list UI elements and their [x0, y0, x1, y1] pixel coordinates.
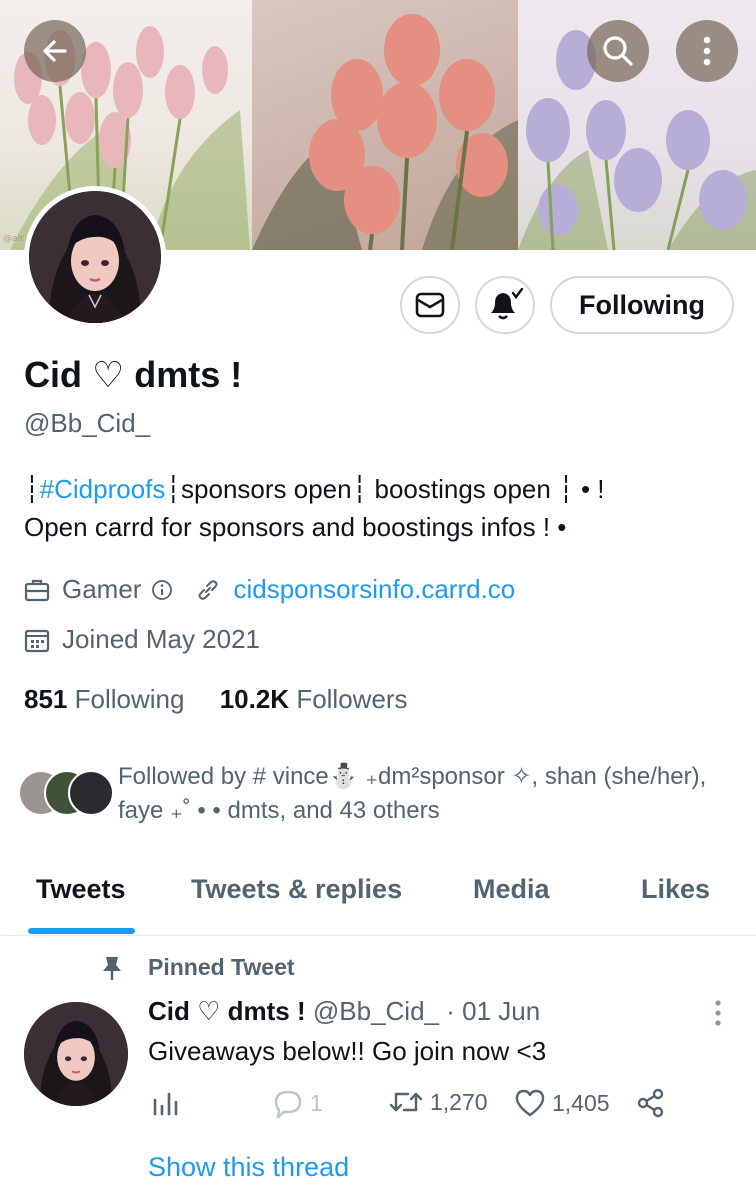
tab-tweets[interactable]: Tweets: [36, 874, 126, 905]
more-options-button[interactable]: [676, 20, 738, 82]
bio-line-1-text: ┆sponsors open┆ boostings open ┆ • !: [165, 474, 605, 504]
following-count: 851: [24, 684, 68, 714]
tweet-separator: ·: [446, 996, 455, 1026]
active-tab-indicator: [28, 928, 135, 934]
search-button[interactable]: [587, 20, 649, 82]
bio-hashtag-link[interactable]: #Cidproofs: [40, 474, 166, 504]
tweet-author-handle[interactable]: @Bb_Cid_: [313, 996, 439, 1026]
follow-counts: 851 Following 10.2K Followers: [24, 684, 408, 715]
share-button[interactable]: [636, 1088, 666, 1118]
tweet-author-avatar[interactable]: [24, 1002, 128, 1106]
link-icon: [198, 579, 218, 600]
tweet-more-button[interactable]: [708, 998, 728, 1030]
profile-name: Cid ♡ dmts !: [24, 354, 243, 395]
follower-avatar: [68, 770, 114, 816]
search-icon: [603, 36, 633, 66]
info-icon[interactable]: [151, 579, 173, 601]
profile-meta-joined: Joined May 2021: [24, 624, 260, 655]
tweet-actions: 1 1,270 1,405: [148, 1088, 708, 1128]
banner-image-coral-tulips: [252, 0, 518, 250]
envelope-icon: [415, 292, 445, 318]
pin-icon: [103, 956, 121, 980]
profile-handle: @Bb_Cid_: [24, 408, 151, 438]
like-button[interactable]: 1,405: [514, 1088, 610, 1118]
share-icon: [637, 1088, 664, 1118]
profile-avatar[interactable]: [24, 186, 166, 328]
message-button[interactable]: [400, 276, 460, 334]
analytics-button[interactable]: [152, 1088, 180, 1118]
followers-count: 10.2K: [219, 684, 290, 714]
tweet-date[interactable]: 01 Jun: [462, 996, 540, 1026]
profile-tabs: Tweets Tweets & replies Media Likes: [0, 862, 756, 936]
reply-icon: [274, 1090, 302, 1118]
followed-by-text: Followed by # vince⛄ ₊dm²sponsor ✧, shan…: [118, 763, 707, 824]
profile-joined-date: Joined May 2021: [62, 624, 261, 654]
bio-line-1: ┆#Cidproofs┆sponsors open┆ boostings ope…: [24, 470, 744, 508]
bell-check-icon: [491, 287, 524, 320]
banner-credit-text: @air: [3, 234, 24, 244]
tab-tweets-and-replies[interactable]: Tweets & replies: [191, 874, 402, 905]
reply-button[interactable]: 1: [272, 1088, 323, 1118]
analytics-icon: [153, 1092, 178, 1116]
like-count: 1,405: [552, 1089, 610, 1116]
notifications-button[interactable]: [475, 276, 535, 334]
retweet-button[interactable]: 1,270: [388, 1088, 488, 1116]
pinned-tweet-label: Pinned Tweet: [100, 954, 295, 981]
more-vertical-icon: [703, 36, 711, 66]
tweet-text: Giveaways below!! Go join now <3: [148, 1036, 547, 1066]
bio-line-2: Open carrd for sponsors and boostings in…: [24, 512, 567, 542]
following-count-link[interactable]: 851 Following: [24, 684, 184, 714]
reply-count: 1: [310, 1089, 323, 1116]
tweet-author-name[interactable]: Cid ♡ dmts !: [148, 996, 306, 1026]
back-button[interactable]: [24, 20, 86, 82]
show-thread-link[interactable]: Show this thread: [148, 1152, 349, 1183]
tab-media[interactable]: Media: [473, 874, 550, 905]
tweet-header: Cid ♡ dmts ! @Bb_Cid_ · 01 Jun: [148, 996, 540, 1027]
more-vertical-icon: [715, 1000, 721, 1026]
following-label: Following: [74, 684, 185, 714]
arrow-left-icon: [43, 40, 67, 62]
profile-category: Gamer: [62, 574, 142, 604]
followers-label: Followers: [296, 684, 408, 714]
pinned-tweet-text: Pinned Tweet: [148, 954, 295, 980]
bio-divider: ┆: [24, 474, 40, 504]
tab-likes[interactable]: Likes: [641, 874, 710, 905]
followed-by-avatars: [18, 770, 114, 818]
avatar-illustration: [29, 191, 161, 323]
following-button[interactable]: Following: [550, 276, 734, 334]
followed-by-section[interactable]: Followed by # vince⛄ ₊dm²sponsor ✧, shan…: [18, 760, 748, 830]
heart-icon: [515, 1089, 545, 1117]
retweet-count: 1,270: [430, 1088, 488, 1115]
profile-website-link[interactable]: cidsponsorsinfo.carrd.co: [233, 574, 515, 605]
profile-meta-category-website: Gamer cidsponsorsinfo.carrd.co: [24, 574, 515, 605]
briefcase-icon: [24, 579, 50, 601]
profile-bio: ┆#Cidproofs┆sponsors open┆ boostings ope…: [24, 470, 744, 546]
calendar-icon: [24, 629, 50, 652]
followers-count-link[interactable]: 10.2K Followers: [220, 684, 408, 714]
avatar-illustration: [24, 1002, 128, 1106]
retweet-icon: [389, 1092, 423, 1112]
